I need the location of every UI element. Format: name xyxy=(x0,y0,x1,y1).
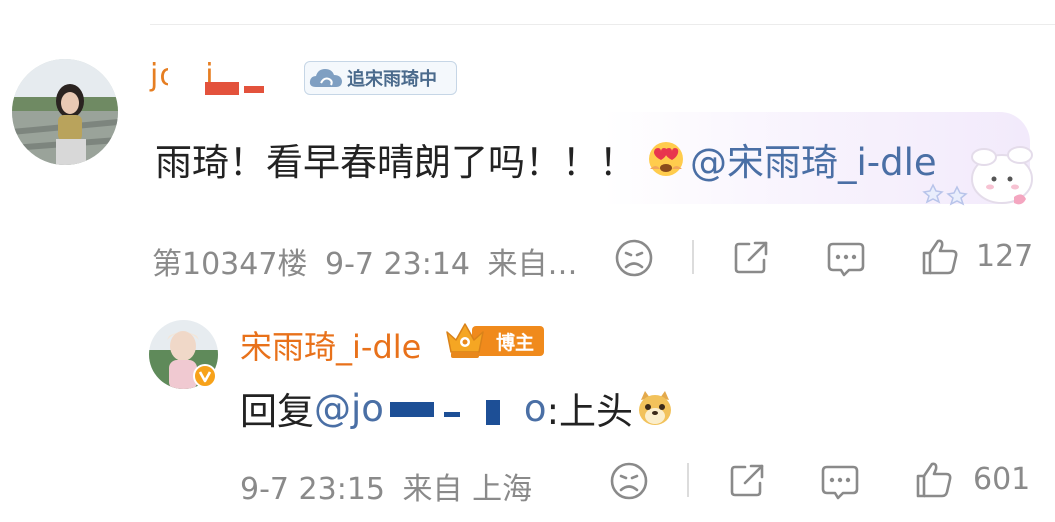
username-redaction-bar xyxy=(205,82,239,95)
bunny-sticker-icon xyxy=(922,146,1033,206)
dislike-face-icon[interactable] xyxy=(614,238,654,278)
action-separator xyxy=(687,463,689,497)
share-icon[interactable] xyxy=(727,461,767,501)
reply-text: 回复 @jo o :上头 xyxy=(240,381,675,435)
heart-eyes-emoji-icon xyxy=(649,142,683,176)
mention-redaction-bar xyxy=(444,412,460,417)
cloud-icon xyxy=(309,69,342,87)
like-thumb-icon[interactable] xyxy=(913,459,955,501)
doge-emoji-icon xyxy=(639,391,672,425)
comment-icon[interactable] xyxy=(825,238,867,280)
username-redaction-bar xyxy=(244,86,264,93)
comment-text: 雨琦！看早春晴朗了吗！！！ @宋雨琦_i-dle xyxy=(155,132,937,186)
comment-icon[interactable] xyxy=(819,461,861,503)
author-avatar[interactable] xyxy=(149,320,218,389)
mention-link[interactable]: @宋雨琦_i-dle xyxy=(690,132,937,186)
commenter-avatar[interactable] xyxy=(12,59,118,165)
like-count: 127 xyxy=(976,239,1034,274)
reply-meta: 9-7 23:15 来自 上海 xyxy=(240,472,533,507)
comment-meta: 第10347楼 9-7 23:14 来自… xyxy=(152,247,578,282)
username-redaction xyxy=(168,60,208,100)
top-divider xyxy=(150,24,1055,25)
fan-badge[interactable]: 追宋雨琦中 xyxy=(304,61,457,95)
dislike-face-icon[interactable] xyxy=(609,461,649,501)
action-separator xyxy=(692,240,694,274)
mention-redaction-bar xyxy=(390,402,434,417)
like-thumb-icon[interactable] xyxy=(919,236,961,278)
author-username[interactable]: 宋雨琦_i-dle xyxy=(240,322,421,368)
mention-redaction-bar xyxy=(486,400,500,425)
verified-badge-icon xyxy=(193,364,217,388)
share-icon[interactable] xyxy=(731,238,771,278)
like-count: 601 xyxy=(973,462,1031,497)
crown-icon xyxy=(446,323,484,358)
